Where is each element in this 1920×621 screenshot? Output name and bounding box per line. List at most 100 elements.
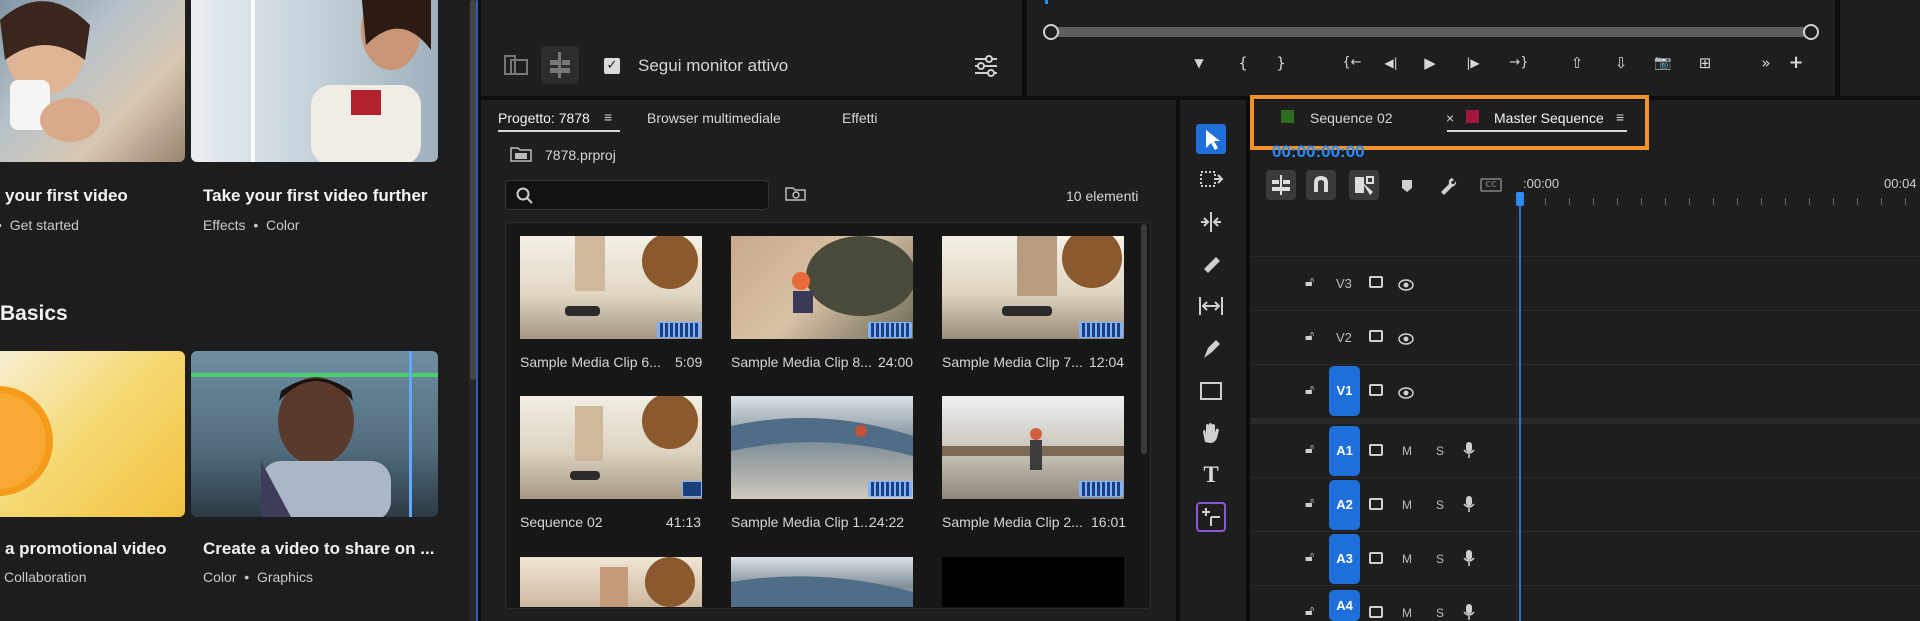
add-marker-button[interactable]: ▼ xyxy=(1188,53,1210,73)
tutorial-title-further[interactable]: Take your first video further xyxy=(203,186,428,206)
tab-effects[interactable]: Effetti xyxy=(842,110,878,126)
razor-tool-icon[interactable] xyxy=(1196,249,1226,279)
search-field[interactable] xyxy=(542,185,762,205)
playhead-handle[interactable] xyxy=(1516,192,1524,206)
track-target-a4[interactable]: A4 xyxy=(1329,590,1360,621)
overwrite-icon[interactable] xyxy=(541,46,579,84)
more-controls-button[interactable]: » xyxy=(1755,53,1777,73)
search-input[interactable] xyxy=(505,180,769,210)
selection-tool-icon[interactable] xyxy=(1196,124,1226,154)
rectangle-tool-icon[interactable] xyxy=(1196,376,1226,406)
clip-name: Sample Media Clip 1... xyxy=(731,514,872,530)
tutorial-thumbnail-first-video[interactable] xyxy=(0,0,185,162)
play-button[interactable]: ▶ xyxy=(1419,53,1441,73)
captions-icon[interactable]: CC xyxy=(1480,178,1502,192)
go-to-in-button[interactable]: {← xyxy=(1337,53,1367,73)
microphone-icon[interactable] xyxy=(1463,441,1475,459)
eye-icon[interactable] xyxy=(1398,330,1414,345)
linked-selection-icon[interactable] xyxy=(1349,170,1379,200)
sync-lock-icon[interactable] xyxy=(1369,330,1383,342)
settings-sliders-icon[interactable] xyxy=(973,54,999,78)
clip-thumbnail[interactable] xyxy=(520,557,702,607)
clip-duration: 16:01 xyxy=(1091,514,1127,530)
slip-tool-icon[interactable] xyxy=(1196,291,1226,321)
track-target-a3[interactable]: A3 xyxy=(1329,534,1360,584)
clip-duration: 12:04 xyxy=(1089,354,1125,370)
track-select-tool-icon[interactable] xyxy=(1196,164,1226,194)
comparison-view-button[interactable]: ⊞ xyxy=(1694,53,1716,73)
tab-project-menu-icon[interactable]: ≡ xyxy=(604,109,612,125)
microphone-icon[interactable] xyxy=(1463,603,1475,621)
pen-tool-icon[interactable] xyxy=(1196,334,1226,364)
insert-icon[interactable] xyxy=(503,52,531,78)
camera-icon[interactable]: 📷 xyxy=(1652,53,1674,73)
mute-button[interactable]: M xyxy=(1402,444,1412,458)
video-audio-divider[interactable] xyxy=(1250,418,1920,424)
clip-thumbnail-black[interactable] xyxy=(942,557,1124,607)
extract-button[interactable]: ⇩ xyxy=(1610,53,1632,73)
playhead-marker-top xyxy=(1045,0,1048,4)
track-target-v1[interactable]: V1 xyxy=(1329,366,1360,416)
microphone-icon[interactable] xyxy=(1463,495,1475,513)
bin-scrollbar[interactable] xyxy=(1140,224,1148,604)
generative-extend-tool-icon[interactable] xyxy=(1196,502,1226,532)
lock-icon[interactable]: 🔓︎ xyxy=(1305,328,1314,344)
clip-thumbnail[interactable] xyxy=(520,396,702,499)
lock-icon[interactable]: 🔓︎ xyxy=(1305,382,1314,398)
add-marker-icon[interactable] xyxy=(1400,178,1414,192)
eye-icon[interactable] xyxy=(1398,276,1414,291)
step-forward-button[interactable]: |▶ xyxy=(1462,53,1484,73)
sync-lock-icon[interactable] xyxy=(1369,498,1383,510)
lock-icon[interactable]: 🔓︎ xyxy=(1305,274,1314,290)
program-zoom-bar[interactable] xyxy=(1051,27,1811,37)
sync-lock-icon[interactable] xyxy=(1369,444,1383,456)
mute-button[interactable]: M xyxy=(1402,498,1412,512)
tutorial-thumbnail-promotional[interactable] xyxy=(0,351,185,517)
solo-button[interactable]: S xyxy=(1436,444,1444,458)
clip-thumbnail[interactable] xyxy=(731,557,913,607)
mark-out-button[interactable]: } xyxy=(1270,53,1292,73)
tutorial-title-promotional[interactable]: a promotional video xyxy=(5,539,167,559)
follow-active-monitor-checkbox[interactable]: ✓ xyxy=(604,58,620,74)
hand-tool-icon[interactable] xyxy=(1196,418,1226,448)
track-target-a2[interactable]: A2 xyxy=(1329,480,1360,530)
lock-icon[interactable]: 🔓︎ xyxy=(1305,603,1314,619)
tutorial-title-first-video[interactable]: your first video xyxy=(5,186,128,206)
zoom-bar-left-handle[interactable] xyxy=(1043,24,1059,40)
sync-lock-icon[interactable] xyxy=(1369,552,1383,564)
ripple-edit-tool-icon[interactable] xyxy=(1196,207,1226,237)
solo-button[interactable]: S xyxy=(1436,606,1444,620)
mark-in-button[interactable]: { xyxy=(1232,53,1254,73)
mute-button[interactable]: M xyxy=(1402,606,1412,620)
eye-icon[interactable] xyxy=(1398,384,1414,399)
lock-icon[interactable]: 🔓︎ xyxy=(1305,441,1314,457)
nest-sequence-button[interactable] xyxy=(1266,170,1296,200)
solo-button[interactable]: S xyxy=(1436,552,1444,566)
lock-icon[interactable]: 🔓︎ xyxy=(1305,495,1314,511)
lift-button[interactable]: ⇧ xyxy=(1566,53,1588,73)
solo-button[interactable]: S xyxy=(1436,498,1444,512)
tutorial-thumbnail-share[interactable] xyxy=(191,351,438,517)
find-icon[interactable] xyxy=(785,186,807,202)
bin-scrollbar-thumb[interactable] xyxy=(1141,224,1147,454)
tab-media-browser[interactable]: Browser multimediale xyxy=(647,110,781,126)
sync-lock-icon[interactable] xyxy=(1369,276,1383,288)
sync-lock-icon[interactable] xyxy=(1369,384,1383,396)
lock-icon[interactable]: 🔓︎ xyxy=(1305,549,1314,565)
timeline-timecode[interactable]: 00:00:00:00 xyxy=(1272,142,1365,162)
go-to-out-button[interactable]: →} xyxy=(1504,53,1534,73)
add-button-icon[interactable]: + xyxy=(1785,53,1807,73)
mute-button[interactable]: M xyxy=(1402,552,1412,566)
tutorial-thumbnail-further[interactable] xyxy=(191,0,438,162)
step-back-button[interactable]: ◀| xyxy=(1380,53,1402,73)
track-target-a1[interactable]: A1 xyxy=(1329,426,1360,476)
zoom-bar-right-handle[interactable] xyxy=(1803,24,1819,40)
sync-lock-icon[interactable] xyxy=(1369,606,1383,618)
playhead-line[interactable] xyxy=(1519,196,1521,621)
wrench-icon[interactable] xyxy=(1438,175,1458,195)
tutorial-title-share[interactable]: Create a video to share on ... xyxy=(203,539,434,559)
microphone-icon[interactable] xyxy=(1463,549,1475,567)
snap-magnet-icon[interactable] xyxy=(1306,170,1336,200)
type-tool-icon[interactable]: T xyxy=(1196,460,1226,490)
tab-project[interactable]: Progetto: 7878 xyxy=(498,110,590,126)
